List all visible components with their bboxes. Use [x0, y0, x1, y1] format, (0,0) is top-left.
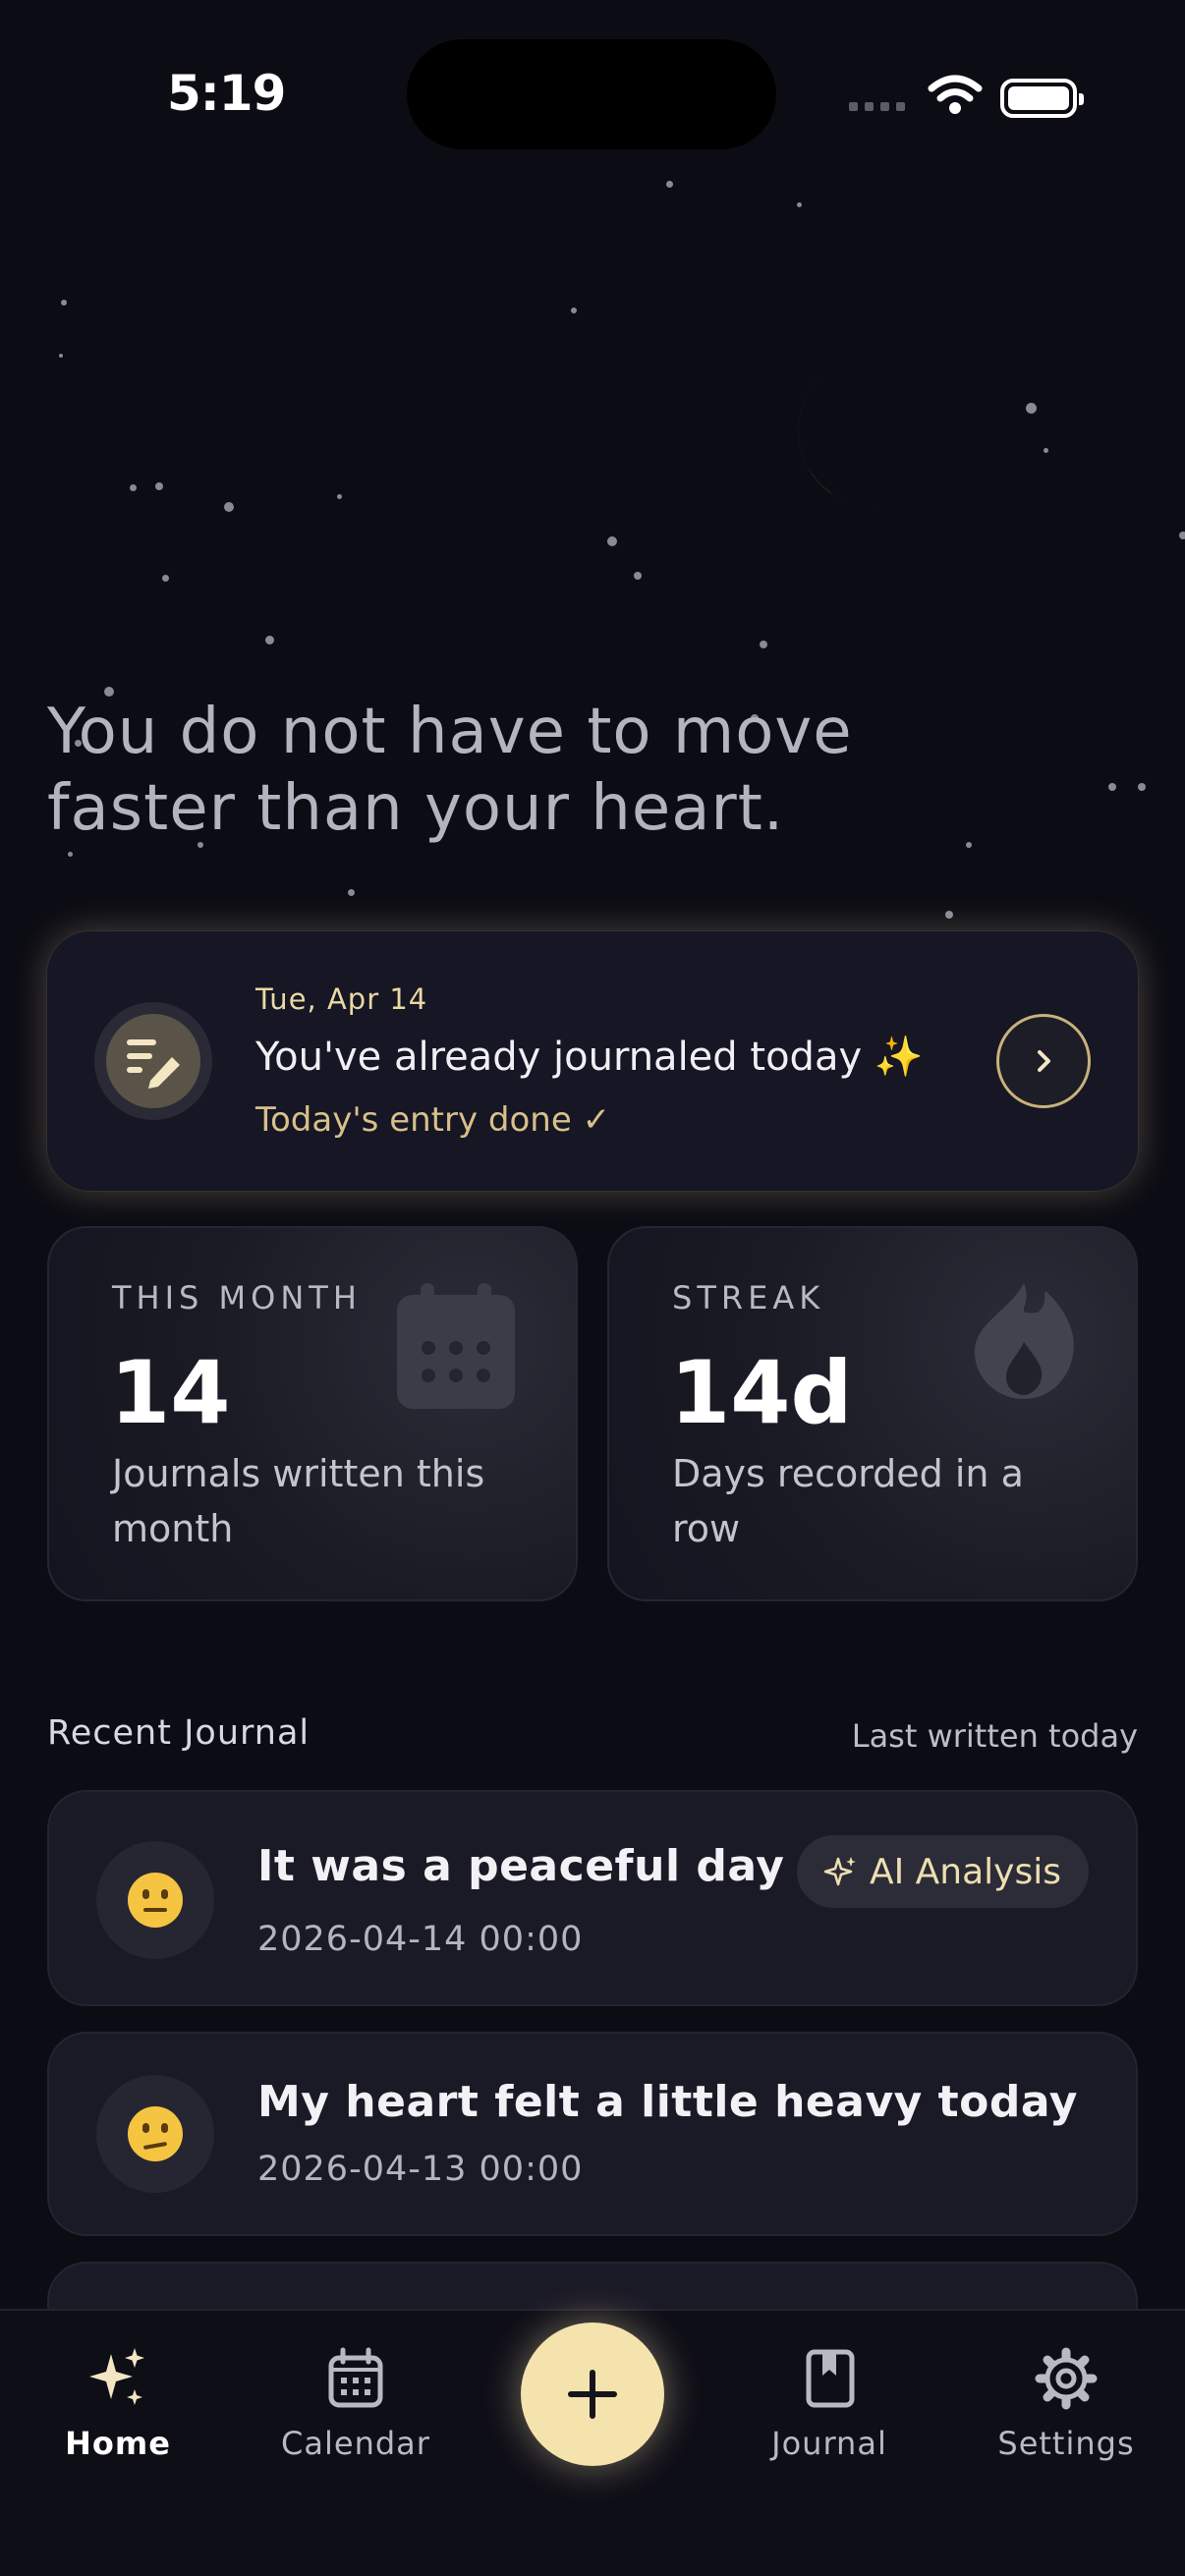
entry-title: It was a peaceful day: [257, 1841, 785, 1891]
entry-datetime: 2026-04-14 00:00: [257, 1920, 584, 1959]
inspirational-quote: You do not have to move faster than your…: [47, 696, 853, 845]
journal-entry-card[interactable]: My heart felt a little heavy today 2026-…: [47, 2032, 1138, 2236]
battery-icon: [1000, 79, 1084, 118]
plus-icon: [568, 2370, 617, 2419]
tab-label: Calendar: [281, 2425, 430, 2462]
sparkle-icon: [823, 1857, 856, 1886]
today-journal-card[interactable]: Tue, Apr 14 You've already journaled tod…: [47, 931, 1138, 1191]
sparkles-icon: [89, 2348, 144, 2405]
new-entry-button[interactable]: [521, 2323, 664, 2466]
calendar-icon: [397, 1283, 515, 1409]
entry-title: My heart felt a little heavy today: [257, 2077, 1078, 2127]
stat-description: Days recorded in a row: [672, 1452, 1024, 1550]
tab-home[interactable]: Home: [20, 2346, 216, 2462]
book-icon: [806, 2349, 855, 2408]
moon-icon: [798, 360, 906, 508]
status-time: 5:19: [167, 65, 286, 122]
stat-label: THIS MONTH: [112, 1279, 362, 1316]
tab-calendar[interactable]: Calendar: [257, 2346, 454, 2462]
stat-card-this-month: THIS MONTH 14 Journals written this mont…: [47, 1226, 578, 1601]
journal-entry-card[interactable]: It was a peaceful day 2026-04-14 00:00 A…: [47, 1790, 1138, 2006]
open-today-entry-button[interactable]: [996, 1014, 1091, 1108]
entry-datetime: 2026-04-13 00:00: [257, 2150, 584, 2189]
last-written-label: Last written today: [851, 1717, 1138, 1755]
stat-label: STREAK: [672, 1279, 825, 1316]
chevron-right-icon: [1038, 1050, 1050, 1072]
today-date: Tue, Apr 14: [255, 982, 428, 1016]
tab-settings[interactable]: Settings: [968, 2346, 1164, 2462]
tab-label: Home: [65, 2425, 171, 2462]
mood-neutral-icon: [96, 1841, 214, 1959]
stat-description: Journals written this month: [112, 1452, 485, 1550]
stat-value: 14: [110, 1342, 231, 1443]
today-status: Today's entry done ✓: [255, 1100, 611, 1140]
tab-label: Settings: [997, 2425, 1135, 2462]
dynamic-island: [407, 39, 776, 149]
mood-confused-icon: [96, 2075, 214, 2193]
tab-journal[interactable]: Journal: [731, 2346, 928, 2462]
flame-icon: [975, 1283, 1074, 1399]
today-message: You've already journaled today ✨: [255, 1035, 924, 1080]
ai-analysis-badge[interactable]: AI Analysis: [796, 1835, 1089, 1908]
tab-label: Journal: [771, 2425, 887, 2462]
journal-edit-icon: [94, 1002, 212, 1120]
gear-icon: [1035, 2347, 1098, 2410]
ai-analysis-label: AI Analysis: [869, 1851, 1061, 1892]
wifi-icon: [928, 75, 983, 114]
recent-journal-heading: Recent Journal: [47, 1713, 310, 1753]
stat-card-streak: STREAK 14d Days recorded in a row: [607, 1226, 1138, 1601]
cellular-signal-icon: [849, 102, 905, 111]
calendar-icon: [328, 2347, 383, 2408]
stat-value: 14d: [670, 1342, 853, 1443]
